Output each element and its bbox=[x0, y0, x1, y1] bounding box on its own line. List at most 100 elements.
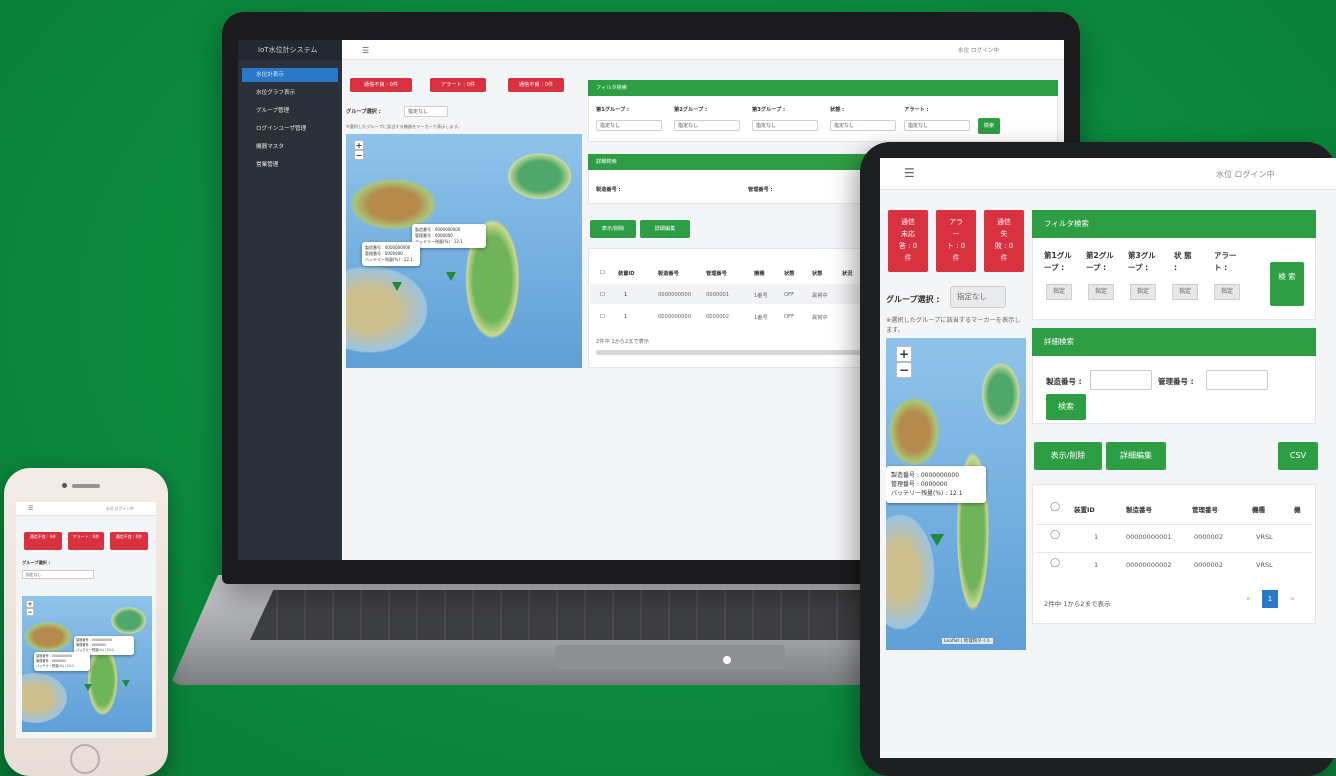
sidebar-item-graph[interactable]: 水位グラフ表示 bbox=[242, 86, 338, 100]
sidebar-item-label: ログインユーザ管理 bbox=[256, 126, 307, 132]
zoom-in-button[interactable]: + bbox=[354, 140, 364, 150]
tablet-management-label: 管理番号 : bbox=[1158, 377, 1194, 386]
sidebar-item-device-master[interactable]: 機器マスタ bbox=[242, 140, 338, 154]
tablet-csv-button[interactable]: CSV bbox=[1278, 442, 1318, 470]
tablet-management-input[interactable] bbox=[1206, 370, 1268, 390]
tablet-select-all-checkbox[interactable]: ◯ bbox=[1050, 502, 1060, 512]
filter-select-alert[interactable]: 指定なし bbox=[904, 120, 970, 131]
tablet-zoom-out-button[interactable]: − bbox=[896, 362, 912, 378]
tablet-col-manufacture-number[interactable]: 製造番号 bbox=[1126, 504, 1152, 514]
tablet-detail-search-button[interactable]: 検索 bbox=[1046, 394, 1086, 420]
col-status[interactable]: 状況 bbox=[842, 270, 852, 277]
col-model[interactable]: 機種 bbox=[754, 270, 764, 277]
filter-title: フィルタ検索 bbox=[588, 80, 1058, 96]
map-marker-icon[interactable] bbox=[392, 282, 402, 291]
phone-comm-error-button[interactable]: 通信不良 : 0件 bbox=[24, 532, 62, 550]
filter-search-button[interactable]: 検索 bbox=[978, 118, 1000, 134]
map-marker-icon[interactable] bbox=[446, 272, 456, 281]
button-text: 件 bbox=[952, 254, 960, 262]
tablet-zoom-in-button[interactable]: + bbox=[896, 346, 912, 362]
tablet-filter-select-group2[interactable]: 指定 bbox=[1088, 284, 1114, 300]
phone-zoom-out-button[interactable]: − bbox=[26, 608, 34, 616]
group-select[interactable]: 指定なし bbox=[404, 106, 448, 117]
menu-icon[interactable]: ☰ bbox=[362, 46, 369, 55]
popup-line: バッテリー残量(%) : 12.1 bbox=[891, 490, 963, 497]
login-user[interactable]: 水位 ログイン中 bbox=[958, 46, 999, 54]
col-device-id[interactable]: 装置ID bbox=[618, 270, 635, 277]
sidebar-item-group[interactable]: グループ管理 bbox=[242, 104, 338, 118]
phone-map-marker-icon[interactable] bbox=[84, 684, 92, 691]
zoom-out-button[interactable]: − bbox=[354, 150, 364, 160]
tablet-filter-label-group3: 第3グル ープ : bbox=[1128, 251, 1156, 272]
tablet-filter-title: フィルタ検索 bbox=[1032, 210, 1316, 238]
phone-home-button[interactable] bbox=[70, 744, 100, 774]
tablet-row-checkbox[interactable]: ◯ bbox=[1050, 530, 1060, 540]
tablet-filter-select-state[interactable]: 指定 bbox=[1172, 284, 1198, 300]
tablet-col-model[interactable]: 機種 bbox=[1252, 504, 1265, 514]
tablet-col-device-id[interactable]: 装置ID bbox=[1074, 504, 1095, 514]
col-management-number[interactable]: 管理番号 bbox=[706, 270, 727, 277]
laptop-trackpad bbox=[555, 645, 785, 669]
tablet-filter-select-alert[interactable]: 指定 bbox=[1214, 284, 1240, 300]
tablet-row-checkbox[interactable]: ◯ bbox=[1050, 558, 1060, 568]
tablet-detail-edit-button[interactable]: 詳細編集 bbox=[1106, 442, 1166, 470]
filter-select-state[interactable]: 指定なし bbox=[830, 120, 896, 131]
map[interactable]: + − 製造番号 : 0000000000 管理番号 : 0000000 バッテ… bbox=[346, 134, 582, 368]
comm-error-button[interactable]: 通信不良 : 0件 bbox=[350, 78, 412, 92]
tablet-login-user[interactable]: 水位 ログイン中 bbox=[1216, 169, 1275, 180]
table-cell: 0000000000 bbox=[658, 292, 692, 298]
pagination-next-icon[interactable]: » bbox=[1290, 594, 1295, 603]
sidebar-item-users[interactable]: ログインユーザ管理 bbox=[242, 122, 338, 136]
tablet-comm-fail-button[interactable]: 通信 失 敗 : 0 件 bbox=[984, 210, 1024, 272]
phone-map[interactable]: + − 製造番号 : 0000000000 管理番号 : 0000000 バッテ… bbox=[22, 596, 152, 732]
tablet-col-management-number[interactable]: 管理番号 bbox=[1192, 504, 1218, 514]
pagination-prev-icon[interactable]: « bbox=[1246, 594, 1251, 603]
tablet-comm-error-button[interactable]: 通信 未応 答 : 0 件 bbox=[888, 210, 928, 272]
tablet-alert-button[interactable]: アラ ー ト : 0 件 bbox=[936, 210, 976, 272]
phone-group-select[interactable]: 指定なし bbox=[22, 570, 94, 579]
row-checkbox[interactable]: ☐ bbox=[600, 292, 605, 298]
tablet-manufacture-input[interactable] bbox=[1090, 370, 1152, 390]
col-manufacture-number[interactable]: 製造番号 bbox=[658, 270, 679, 277]
tablet-table-cell: 0000002 bbox=[1194, 561, 1223, 569]
phone-menu-icon[interactable]: ☰ bbox=[28, 505, 33, 512]
sidebar-item-sales[interactable]: 営業管理 bbox=[242, 158, 338, 172]
tablet-filter-select-group1[interactable]: 指定 bbox=[1046, 284, 1072, 300]
tablet-menu-icon[interactable]: ☰ bbox=[904, 166, 915, 180]
tablet-filter-search-button[interactable]: 検 索 bbox=[1270, 262, 1304, 306]
tablet-col-more[interactable]: 機 bbox=[1294, 504, 1301, 514]
tablet-map[interactable]: + − 製造番号 : 0000000000 管理番号 : 0000000 バッテ… bbox=[886, 338, 1026, 650]
map-attribution[interactable]: Leaflet | 地理院タイル bbox=[942, 638, 993, 644]
phone-alert-button[interactable]: アラート : 0件 bbox=[68, 532, 104, 550]
button-text: 件 bbox=[1000, 254, 1008, 262]
tablet-manufacture-label: 製造番号 : bbox=[1046, 377, 1082, 386]
pagination-current-page[interactable]: 1 bbox=[1262, 590, 1278, 608]
show-delete-button[interactable]: 表示/削除 bbox=[590, 220, 636, 238]
horizontal-scrollbar[interactable] bbox=[596, 350, 896, 355]
phone-zoom-in-button[interactable]: + bbox=[26, 600, 34, 608]
col-state-2[interactable]: 状態 bbox=[812, 270, 822, 277]
popup-line: 製造番号 : 0000000000 bbox=[891, 472, 960, 479]
app-brand[interactable]: IoT水位計システム bbox=[238, 40, 342, 60]
phone-map-marker-icon[interactable] bbox=[122, 680, 130, 687]
filter-select-group3[interactable]: 指定なし bbox=[752, 120, 818, 131]
detail-edit-button[interactable]: 詳細編集 bbox=[640, 220, 690, 238]
row-checkbox[interactable]: ☐ bbox=[600, 314, 605, 320]
phone-login-user[interactable]: 水位 ログイン中 bbox=[106, 506, 134, 512]
sidebar-item-water-level[interactable]: 水位計表示 bbox=[242, 68, 338, 82]
phone-comm-fail-button[interactable]: 通信不良 : 0件 bbox=[110, 532, 148, 550]
button-text: アラ bbox=[949, 218, 963, 226]
filter-select-group1[interactable]: 指定なし bbox=[596, 120, 662, 131]
tablet-map-marker-icon[interactable] bbox=[930, 534, 944, 546]
tablet-group-select[interactable]: 指定なし bbox=[950, 286, 1006, 308]
col-state[interactable]: 状態 bbox=[784, 270, 794, 277]
tablet-filter-select-group3[interactable]: 指定 bbox=[1130, 284, 1156, 300]
tablet-group-select-label: グループ選択 : bbox=[886, 295, 940, 304]
comm-fail-button[interactable]: 通信不良 : 0件 bbox=[508, 78, 564, 92]
alert-button[interactable]: アラート : 0件 bbox=[430, 78, 486, 92]
tablet-detail-search-title: 詳細検索 bbox=[1032, 328, 1316, 356]
filter-select-group2[interactable]: 指定なし bbox=[674, 120, 740, 131]
phone-group-select-label: グループ選択 : bbox=[22, 560, 51, 565]
tablet-show-delete-button[interactable]: 表示/削除 bbox=[1034, 442, 1102, 470]
select-all-checkbox[interactable]: ☐ bbox=[600, 270, 605, 276]
